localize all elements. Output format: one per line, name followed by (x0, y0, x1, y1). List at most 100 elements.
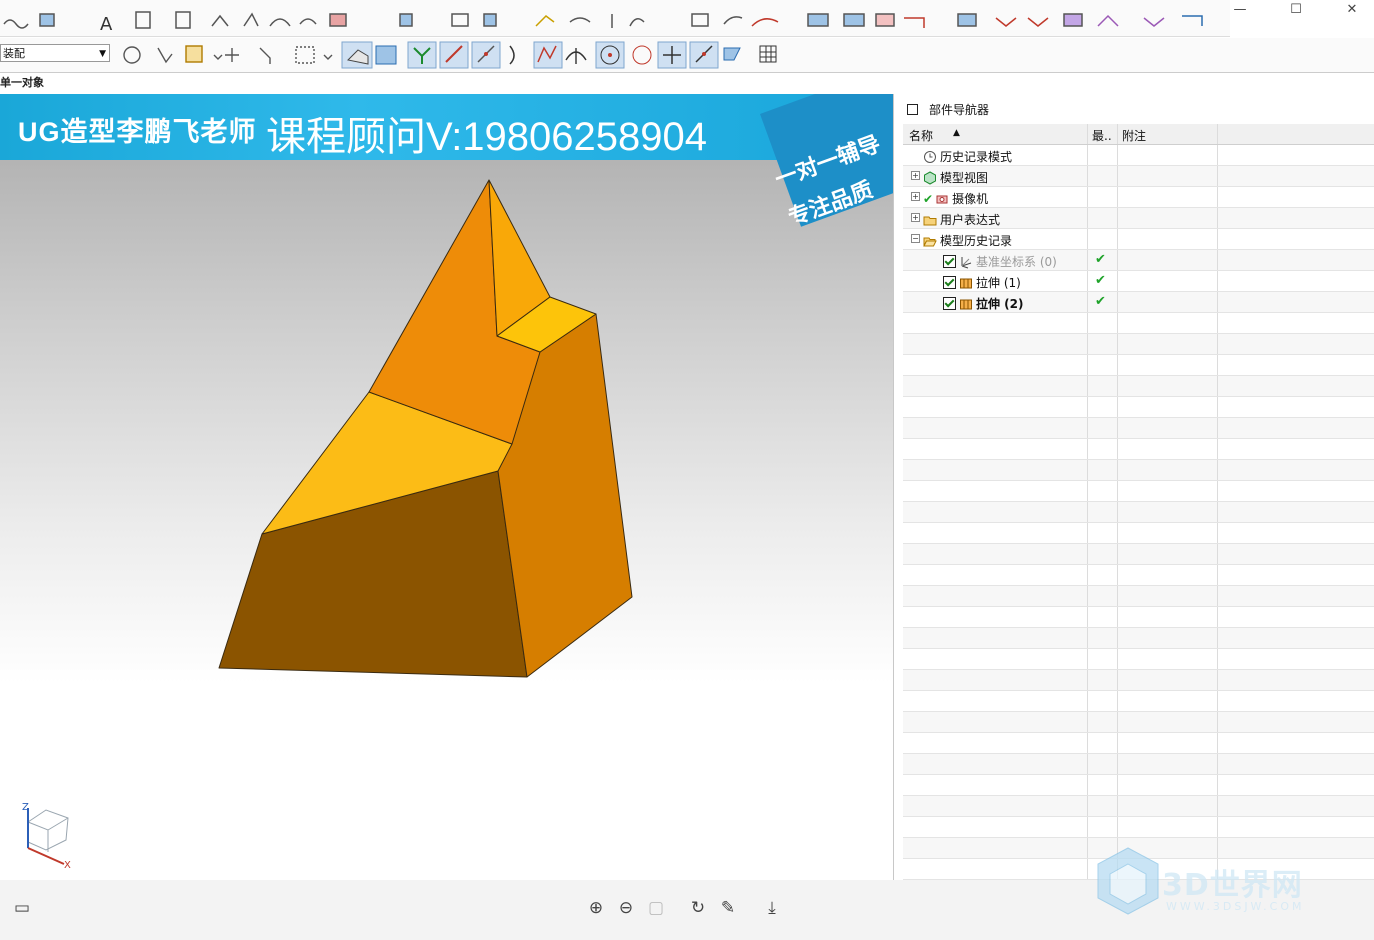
rotate-icon[interactable]: ↻ (686, 896, 710, 920)
page2-icon (175, 11, 191, 29)
type-filter-icon (185, 45, 203, 63)
empty-cell (1088, 817, 1118, 837)
node-status-cell: ✔ (1088, 292, 1118, 312)
curve5-icon (751, 18, 779, 27)
assembly-select[interactable]: 装配 ▼ (0, 44, 110, 62)
empty-cell (903, 754, 1088, 774)
empty-row (903, 733, 1374, 754)
fold2-icon (1027, 17, 1049, 27)
navigator-node[interactable]: 基准坐标系 (0) (943, 253, 1057, 270)
zoom-out-icon[interactable]: ⊖ (614, 896, 638, 920)
empty-row (903, 481, 1374, 502)
download-icon[interactable]: ⤓ (760, 896, 784, 920)
empty-row (903, 376, 1374, 397)
snap-quadrant-icon (632, 45, 652, 65)
node-name-cell: + 模型视图 (903, 166, 1088, 186)
empty-cell (1088, 460, 1118, 480)
suppress-checkbox[interactable] (943, 255, 956, 268)
node-name-cell: − 模型历史记录 (903, 229, 1088, 249)
empty-cell (903, 334, 1088, 354)
empty-cell (903, 313, 1088, 333)
empty-cell (903, 481, 1088, 501)
empty-row (903, 439, 1374, 460)
grid-icon (759, 45, 777, 63)
empty-cell (1118, 376, 1218, 396)
edit-icon[interactable]: ✎ (716, 896, 740, 920)
node-note-cell (1118, 250, 1218, 270)
node-status-cell (1088, 166, 1118, 186)
node-label: 历史记录模式 (940, 150, 1013, 164)
node-label: 摄像机 (952, 192, 989, 206)
navigator-node-row[interactable]: + 模型视图 (903, 166, 1374, 187)
node-note-cell (1118, 208, 1218, 228)
expand-icon[interactable]: + (911, 171, 920, 180)
face2-icon (1097, 14, 1119, 27)
extrude-icon (959, 297, 976, 311)
node-label: 模型视图 (940, 171, 989, 185)
fold-icon (995, 17, 1017, 27)
empty-cell (1088, 397, 1118, 417)
empty-cell (1118, 691, 1218, 711)
navigator-node[interactable]: 用户表达式 (923, 211, 1000, 228)
expand-icon[interactable]: + (911, 192, 920, 201)
dimension-icon (535, 15, 555, 27)
cube-icon (399, 13, 413, 27)
navigator-node-row[interactable]: − 模型历史记录 (903, 229, 1374, 250)
pin-icon[interactable] (907, 104, 918, 115)
curve4-icon (723, 16, 743, 25)
assembly-filter-icon (123, 46, 141, 64)
navigator-node-row[interactable]: 拉伸 (2) ✔ (903, 292, 1374, 313)
toolbar-row-1-icons[interactable]: A (0, 0, 1230, 36)
face-icon (1063, 13, 1083, 27)
navigator-node[interactable]: 拉伸 (2) (943, 295, 1024, 312)
empty-row (903, 796, 1374, 817)
column-header-cell[interactable]: 最.. (1088, 124, 1118, 144)
expand-icon[interactable]: + (911, 213, 920, 222)
chevron-down-icon[interactable]: ▼ (99, 45, 106, 63)
close-button[interactable]: ✕ (1342, 2, 1362, 17)
navigator-node[interactable]: 历史记录模式 (923, 148, 1012, 165)
navigator-node[interactable]: 模型历史记录 (923, 232, 1012, 249)
sort-ascending-icon[interactable]: ▲ (953, 128, 960, 138)
minimize-button[interactable]: — (1230, 2, 1250, 17)
node-note-cell (1118, 271, 1218, 291)
node-name-cell: 基准坐标系 (0) (903, 250, 1088, 270)
navigator-node-row[interactable]: + 用户表达式 (903, 208, 1374, 229)
navigator-node-row[interactable]: + ✔ 摄像机 (903, 187, 1374, 208)
snap-icon (259, 47, 271, 64)
column-header-cell[interactable]: 附注 (1118, 124, 1218, 144)
visible-check-icon[interactable]: ✔ (923, 192, 933, 206)
navigator-node[interactable]: 模型视图 (923, 169, 988, 186)
empty-cell (1118, 796, 1218, 816)
actual-size-icon[interactable]: ▢ (644, 896, 668, 920)
graphics-viewport[interactable]: UG造型李鹏飞老师 课程顾问V:19806258904 一对一辅导 专注品质 Z… (0, 94, 893, 880)
suppress-checkbox[interactable] (943, 297, 956, 310)
model-solid[interactable] (0, 94, 893, 880)
node-label: 拉伸 (2) (976, 297, 1024, 311)
navigator-node-row[interactable]: 基准坐标系 (0) ✔ (903, 250, 1374, 271)
empty-cell (903, 355, 1088, 375)
navigator-node-row[interactable]: 历史记录模式 (903, 145, 1374, 166)
empty-row (903, 775, 1374, 796)
empty-cell (1088, 670, 1118, 690)
column-header-cell[interactable]: 名称 ▲ (903, 124, 1088, 144)
empty-row (903, 565, 1374, 586)
suppress-checkbox[interactable] (943, 276, 956, 289)
navigator-node[interactable]: ✔ 摄像机 (923, 190, 988, 207)
maximize-button[interactable]: ☐ (1286, 2, 1306, 17)
collapse-icon[interactable]: − (911, 234, 920, 243)
surface-icon (329, 13, 347, 27)
empty-cell (1088, 754, 1118, 774)
empty-row (903, 523, 1374, 544)
layout-icon[interactable]: ▭ (10, 896, 34, 920)
navigator-node-row[interactable]: 拉伸 (1) ✔ (903, 271, 1374, 292)
empty-cell (1118, 439, 1218, 459)
node-note-cell (1118, 229, 1218, 249)
empty-row (903, 628, 1374, 649)
selection-toolbar-icons[interactable] (110, 38, 910, 72)
empty-cell (1118, 712, 1218, 732)
node-name-cell: 拉伸 (1) (903, 271, 1088, 291)
empty-row (903, 502, 1374, 523)
navigator-node[interactable]: 拉伸 (1) (943, 274, 1021, 291)
zoom-in-icon[interactable]: ⊕ (584, 896, 608, 920)
